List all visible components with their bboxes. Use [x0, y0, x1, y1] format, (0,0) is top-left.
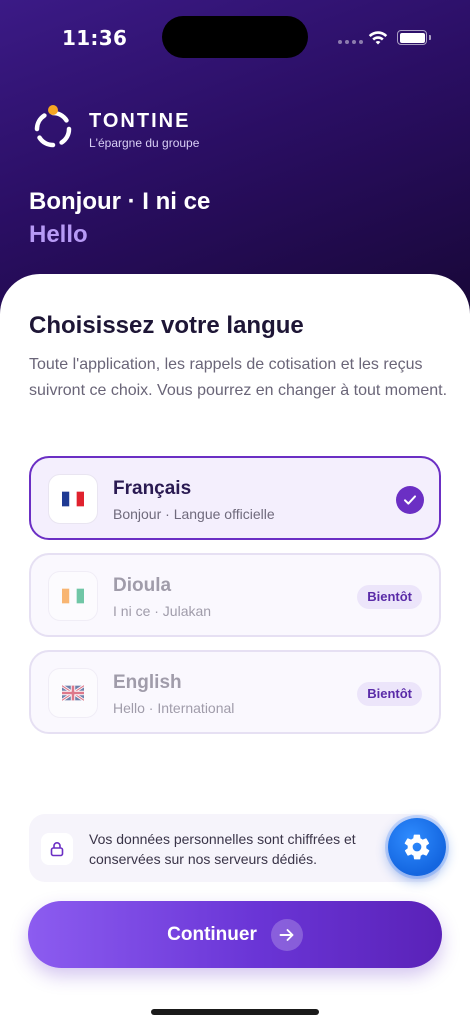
gear-icon: [404, 834, 430, 860]
continue-button[interactable]: Continuer: [28, 901, 442, 968]
battery-tip: [429, 35, 431, 40]
page-description: Toute l'application, les rappels de coti…: [29, 356, 448, 399]
flag-icon-cote-divoire: [48, 571, 98, 621]
language-option-english[interactable]: English Hello · International Bientôt: [29, 650, 441, 734]
language-subtitle: Hello · International: [113, 700, 235, 716]
check-icon: [396, 486, 424, 514]
arrow-right-icon: [270, 918, 303, 951]
cellular-signal-icon: [338, 40, 363, 44]
home-indicator[interactable]: [151, 1009, 319, 1015]
privacy-notice: Vos données personnelles sont chiffrées …: [29, 814, 441, 882]
language-option-francais[interactable]: Français Bonjour · Langue officielle: [29, 456, 441, 540]
greeting-secondary: Hello: [29, 221, 88, 248]
language-subtitle: Bonjour · Langue officielle: [113, 506, 275, 522]
settings-fab[interactable]: [388, 818, 446, 876]
battery-icon: [397, 30, 427, 45]
brand-tagline: L'épargne du groupe: [89, 136, 200, 150]
language-name: English: [113, 672, 182, 693]
brand-name: TONTINE: [89, 110, 191, 132]
language-subtitle: I ni ce · Julakan: [113, 603, 212, 619]
status-time: 11:36: [62, 26, 128, 50]
greeting-primary: Bonjour · I ni ce: [29, 188, 211, 215]
wifi-icon: [368, 31, 388, 45]
lock-icon: [41, 833, 73, 865]
page-title: Choisissez votre langue: [29, 312, 304, 339]
privacy-text: Vos données personnelles sont chiffrées …: [89, 831, 356, 867]
language-option-dioula[interactable]: Dioula I ni ce · Julakan Bientôt: [29, 553, 441, 637]
coming-soon-badge: Bientôt: [357, 585, 422, 609]
coming-soon-badge: Bientôt: [357, 682, 422, 706]
language-name: Français: [113, 478, 192, 499]
logo-ring-icon: [34, 105, 72, 148]
flag-icon-uk: [48, 668, 98, 718]
dynamic-island: [162, 16, 308, 58]
flag-icon-france: [48, 474, 98, 524]
continue-label: Continuer: [167, 923, 257, 945]
language-name: Dioula: [113, 575, 172, 596]
